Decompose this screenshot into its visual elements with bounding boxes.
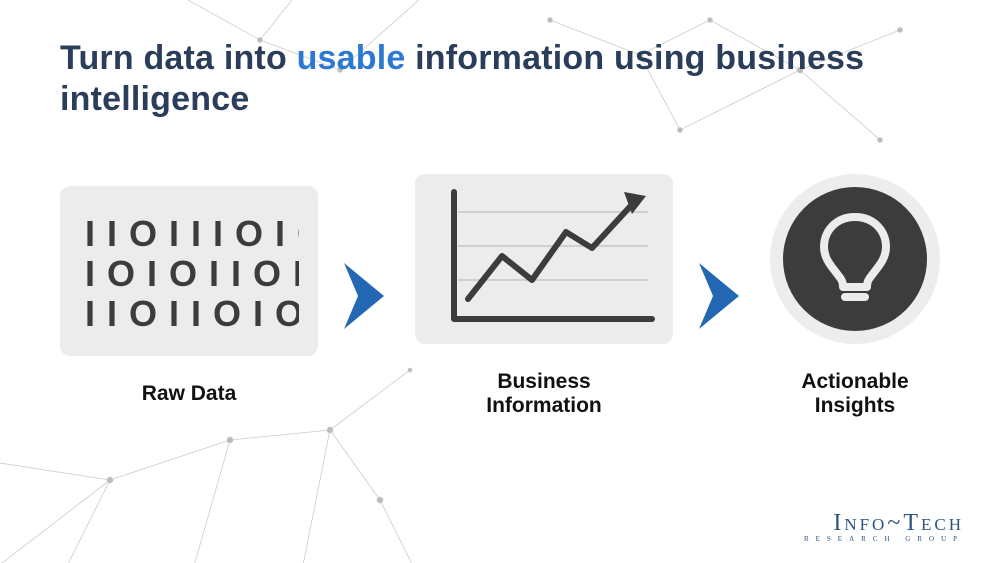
process-flow: I I O I I I O I O I O I O I I O I O I I … [60, 174, 940, 418]
business-info-card [415, 174, 673, 344]
insights-card [770, 174, 940, 344]
logo-text-2: Tech [903, 510, 964, 536]
binary-code-icon: I I O I I I O I O I O I O I I O I O I I … [79, 206, 299, 336]
headline-part1: Turn data into [60, 39, 297, 77]
raw-data-card: I I O I I I O I O I O I O I I O I O I I … [60, 186, 318, 356]
step-business-information: Business Information [415, 174, 673, 418]
svg-text:I I O I I I O I O: I I O I I I O I O [85, 213, 299, 254]
headline-accent: usable [297, 39, 406, 77]
step-label: Actionable Insights [801, 370, 908, 418]
step-label: Raw Data [142, 382, 237, 406]
step-actionable-insights: Actionable Insights [770, 174, 940, 418]
infotech-logo: Info~Tech RESEARCH GROUP [798, 510, 964, 543]
logo-text-1: Info [833, 510, 887, 536]
svg-text:I O I O I I O I O I: I O I O I I O I O I [85, 253, 299, 294]
headline: Turn data into usable information using … [60, 38, 940, 120]
insights-circle [783, 187, 927, 331]
logo-subtext: RESEARCH GROUP [798, 535, 964, 543]
step-raw-data: I I O I I I O I O I O I O I I O I O I I … [60, 186, 318, 406]
lightbulb-icon [816, 211, 894, 307]
svg-text:I I O I I O I O: I I O I I O I O [85, 293, 299, 334]
flow-arrow-icon [695, 259, 749, 333]
line-chart-icon [424, 184, 664, 334]
flow-arrow-icon [340, 259, 394, 333]
logo-tilde-icon: ~ [887, 510, 903, 536]
step-label: Business Information [486, 370, 602, 418]
